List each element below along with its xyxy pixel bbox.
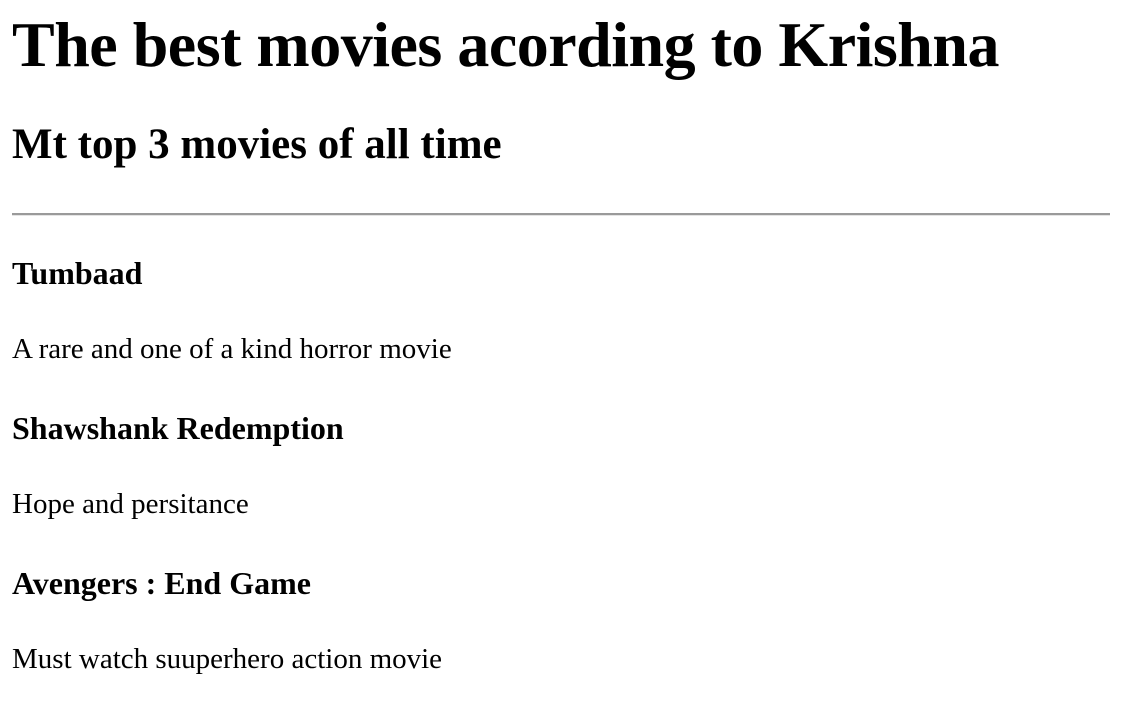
page-subtitle: Mt top 3 movies of all time	[12, 121, 502, 168]
movie-title: Shawshank Redemption	[12, 410, 344, 446]
movie-description: A rare and one of a kind horror movie	[12, 333, 452, 365]
movie-title: Avengers : End Game	[12, 565, 311, 601]
movie-description: Hope and persitance	[12, 488, 249, 520]
movie-item-avengers-end-game: Avengers : End Game Must watch suuperher…	[12, 565, 1110, 676]
movie-item-tumbaad: Tumbaad A rare and one of a kind horror …	[12, 255, 1110, 366]
page-title: The best movies acording to Krishna	[12, 9, 999, 80]
movie-list: Tumbaad A rare and one of a kind horror …	[12, 255, 1110, 676]
divider	[12, 213, 1110, 216]
movie-description: Must watch suuperhero action movie	[12, 643, 443, 675]
movie-title: Tumbaad	[12, 255, 143, 291]
page: The best movies acording to Krishna Mt t…	[0, 0, 1122, 676]
movie-item-shawshank-redemption: Shawshank Redemption Hope and persitance	[12, 410, 1110, 521]
